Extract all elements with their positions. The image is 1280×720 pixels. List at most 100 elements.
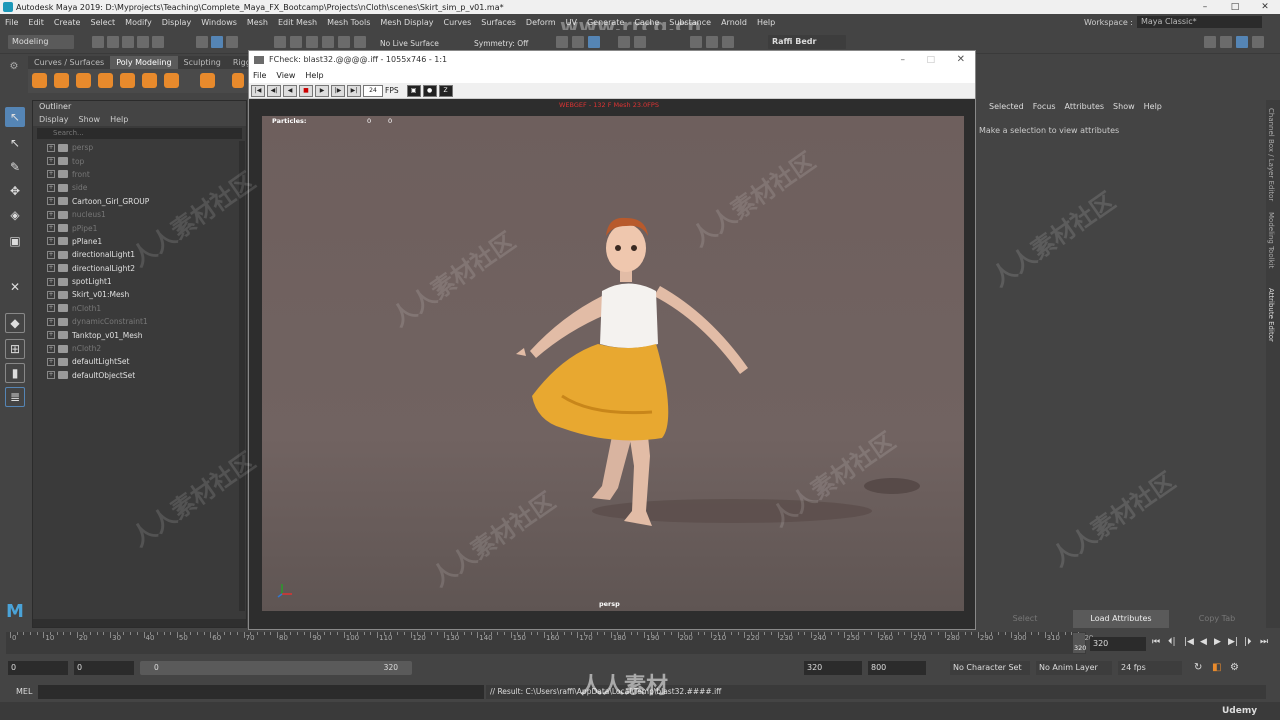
fcheck-zdepth-icon[interactable]: Z bbox=[438, 84, 453, 97]
outliner-item[interactable]: + side bbox=[33, 181, 246, 194]
fcheck-prev-frame-icon[interactable]: ◀| bbox=[267, 84, 281, 97]
menu-arnold[interactable]: Arnold bbox=[716, 18, 752, 27]
new-scene-icon[interactable] bbox=[92, 36, 104, 48]
step-back-icon[interactable]: ⏴| bbox=[1168, 637, 1176, 647]
menu-select[interactable]: Select bbox=[85, 18, 120, 27]
outliner-item[interactable]: + spotLight1 bbox=[33, 275, 246, 288]
arnold-render-icon[interactable] bbox=[690, 36, 702, 48]
fcheck-rgb-icon[interactable]: ▣ bbox=[406, 84, 421, 97]
ae-menu-show[interactable]: Show bbox=[1113, 100, 1135, 114]
next-key-icon[interactable]: ▶| bbox=[1228, 637, 1238, 647]
expand-icon[interactable]: + bbox=[47, 277, 55, 286]
attribute-editor-icon[interactable] bbox=[1236, 36, 1248, 48]
live-surface-label[interactable]: No Live Surface bbox=[380, 39, 439, 48]
expand-icon[interactable]: + bbox=[47, 250, 55, 259]
expand-icon[interactable]: + bbox=[47, 371, 55, 380]
fcheck-minimize-button[interactable]: – bbox=[901, 51, 906, 69]
outliner-item[interactable]: + front bbox=[33, 168, 246, 181]
outliner-item[interactable]: + top bbox=[33, 154, 246, 167]
fcheck-menu-file[interactable]: File bbox=[253, 69, 266, 83]
expand-icon[interactable]: + bbox=[47, 224, 55, 233]
outliner-item[interactable]: + nucleus1 bbox=[33, 208, 246, 221]
expand-icon[interactable]: + bbox=[47, 157, 55, 166]
ae-load-attributes-button[interactable]: Load Attributes bbox=[1073, 610, 1169, 628]
expand-icon[interactable]: + bbox=[47, 264, 55, 273]
four-view-layout-icon[interactable]: ⊞ bbox=[5, 339, 25, 359]
playback-end-field[interactable]: 320 bbox=[804, 661, 862, 675]
redo-icon[interactable] bbox=[152, 36, 164, 48]
outliner-item[interactable]: + Tanktop_v01_Mesh bbox=[33, 328, 246, 341]
goto-start-icon[interactable]: ⏮ bbox=[1152, 637, 1160, 647]
fcheck-first-frame-icon[interactable]: |◀ bbox=[251, 84, 265, 97]
fcheck-menu-view[interactable]: View bbox=[276, 69, 295, 83]
menu-modify[interactable]: Modify bbox=[120, 18, 157, 27]
fcheck-play-back-icon[interactable]: ◀ bbox=[283, 84, 297, 97]
move-tool-icon[interactable]: ✥ bbox=[5, 181, 25, 201]
fcheck-menu-help[interactable]: Help bbox=[305, 69, 323, 83]
maximize-button[interactable]: □ bbox=[1220, 0, 1250, 14]
goto-end-icon[interactable]: ⏭ bbox=[1260, 637, 1268, 647]
paint-select-tool-icon[interactable]: ✎ bbox=[5, 157, 25, 177]
snap-view-icon[interactable] bbox=[322, 36, 334, 48]
menu-deform[interactable]: Deform bbox=[521, 18, 561, 27]
expand-icon[interactable]: + bbox=[47, 197, 55, 206]
select-object-icon[interactable] bbox=[211, 36, 223, 48]
outliner-item[interactable]: + defaultObjectSet bbox=[33, 369, 246, 382]
fcheck-next-frame-icon[interactable]: |▶ bbox=[331, 84, 345, 97]
play-forward-icon[interactable]: ▶ bbox=[1214, 637, 1221, 647]
loop-icon[interactable]: ↻ bbox=[1194, 662, 1202, 673]
animation-start-field[interactable]: 0 bbox=[8, 661, 68, 675]
select-hierarchy-icon[interactable] bbox=[196, 36, 208, 48]
arnold-ipr-icon[interactable] bbox=[706, 36, 718, 48]
fcheck-play-icon[interactable]: ▶ bbox=[315, 84, 329, 97]
poly-plane-icon[interactable] bbox=[142, 73, 157, 88]
menu-display[interactable]: Display bbox=[157, 18, 197, 27]
fcheck-maximize-button[interactable]: □ bbox=[926, 51, 935, 69]
outliner-menu-help[interactable]: Help bbox=[110, 113, 128, 126]
outliner-item[interactable]: + persp bbox=[33, 141, 246, 154]
ae-menu-focus[interactable]: Focus bbox=[1033, 100, 1056, 114]
menu-create[interactable]: Create bbox=[49, 18, 86, 27]
undo-icon[interactable] bbox=[137, 36, 149, 48]
poly-platonic-icon[interactable] bbox=[200, 73, 215, 88]
snap-point-icon[interactable] bbox=[306, 36, 318, 48]
outliner-item[interactable]: + directionalLight1 bbox=[33, 248, 246, 261]
character-set-dropdown[interactable]: No Character Set bbox=[950, 661, 1030, 675]
menu-edit-mesh[interactable]: Edit Mesh bbox=[273, 18, 322, 27]
animation-end-field[interactable]: 800 bbox=[868, 661, 926, 675]
menu-curves[interactable]: Curves bbox=[438, 18, 476, 27]
ipr-render-icon[interactable] bbox=[588, 36, 600, 48]
menu-surfaces[interactable]: Surfaces bbox=[476, 18, 521, 27]
show-manipulator-icon[interactable]: ✕ bbox=[5, 277, 25, 297]
poly-sphere-icon[interactable] bbox=[32, 73, 47, 88]
auto-key-icon[interactable]: ◧ bbox=[1212, 662, 1221, 673]
expand-icon[interactable]: + bbox=[47, 304, 55, 313]
menu-mesh-display[interactable]: Mesh Display bbox=[375, 18, 438, 27]
fcheck-stop-icon[interactable]: ■ bbox=[299, 84, 313, 97]
human-ik-icon[interactable] bbox=[1220, 36, 1232, 48]
menu-help[interactable]: Help bbox=[752, 18, 780, 27]
snap-surface-icon[interactable] bbox=[338, 36, 350, 48]
ae-select-button[interactable]: Select bbox=[977, 610, 1073, 628]
poly-torus-icon[interactable] bbox=[120, 73, 135, 88]
minimize-button[interactable]: – bbox=[1190, 0, 1220, 14]
poly-disc-icon[interactable] bbox=[164, 73, 179, 88]
expand-icon[interactable]: + bbox=[47, 290, 55, 299]
user-account-dropdown[interactable]: Raffi Bedr bbox=[768, 35, 846, 49]
fcheck-last-frame-icon[interactable]: ▶| bbox=[347, 84, 361, 97]
poly-cube-icon[interactable] bbox=[54, 73, 69, 88]
anim-prefs-icon[interactable]: ⚙ bbox=[1230, 662, 1239, 673]
symmetry-label[interactable]: Symmetry: Off bbox=[474, 39, 528, 48]
open-scene-icon[interactable] bbox=[107, 36, 119, 48]
expand-icon[interactable]: + bbox=[47, 317, 55, 326]
shelf-tab-poly-modeling[interactable]: Poly Modeling bbox=[110, 56, 178, 69]
expand-icon[interactable]: + bbox=[47, 344, 55, 353]
rotate-tool-icon[interactable]: ◈ bbox=[5, 205, 25, 225]
play-backward-icon[interactable]: ◀ bbox=[1200, 637, 1207, 647]
fcheck-close-button[interactable]: ✕ bbox=[957, 51, 965, 69]
fcheck-alpha-icon[interactable]: ● bbox=[422, 84, 437, 97]
outliner-search-input[interactable]: Search... bbox=[37, 128, 242, 139]
menu-mesh-tools[interactable]: Mesh Tools bbox=[322, 18, 375, 27]
render-icon[interactable] bbox=[572, 36, 584, 48]
outliner-item[interactable]: + dynamicConstraint1 bbox=[33, 315, 246, 328]
